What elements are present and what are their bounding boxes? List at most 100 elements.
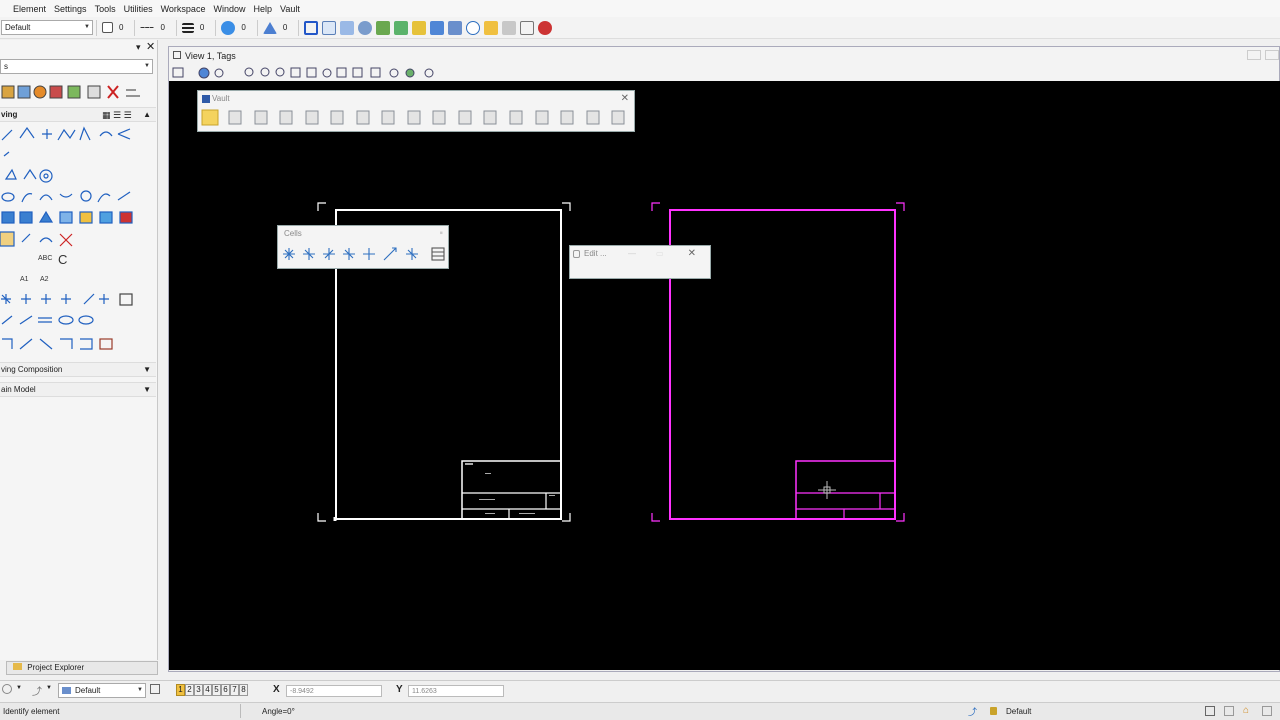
chevron-down-icon[interactable]: ▼ <box>16 685 22 691</box>
vault-logo-icon <box>202 95 210 103</box>
menu-utilities[interactable]: Utilities <box>120 4 157 14</box>
line-style-icon[interactable] <box>140 27 155 28</box>
chevron-down-icon[interactable]: ▼ <box>143 383 151 397</box>
vault-toolbox-title-bar[interactable]: Vault ✕ <box>198 91 634 107</box>
priority-icon[interactable] <box>262 21 277 34</box>
menu-element[interactable]: Element <box>0 4 50 14</box>
copy-icon[interactable] <box>322 20 337 35</box>
levels-icon[interactable] <box>412 20 427 35</box>
minimize-icon[interactable] <box>1247 50 1261 60</box>
text-a1-tool[interactable]: A1 <box>20 276 29 283</box>
restore-icon[interactable]: ▭ <box>656 246 664 262</box>
reference-icon[interactable] <box>376 20 391 35</box>
drawing-canvas[interactable] <box>169 81 1280 670</box>
y-coordinate-field[interactable]: 11.6263 <box>408 685 504 697</box>
view-button-6[interactable]: 6 <box>221 684 230 696</box>
drawing-tools-grid[interactable] <box>0 124 158 364</box>
element-selection-icon[interactable] <box>304 20 319 35</box>
cancel-icon[interactable] <box>538 20 553 35</box>
minimize-icon[interactable]: — <box>628 246 636 262</box>
edit-toolbox-title-bar[interactable]: Edit ... — ▭ ✕ <box>570 246 710 262</box>
task-search-input[interactable]: s ▼ <box>0 59 153 74</box>
tools-panel: ▾ ✕ s ▼ ving ▦ ☰ ☰ ▲ ABC C A1 A2 ving Co… <box>0 40 158 660</box>
menu-settings[interactable]: Settings <box>50 4 91 14</box>
drawing-section-header[interactable]: ving ▦ ☰ ☰ ▲ <box>0 107 156 122</box>
raster-icon[interactable] <box>394 20 409 35</box>
model-icon[interactable] <box>340 20 355 35</box>
home-icon[interactable]: ⌂ <box>1243 705 1249 716</box>
status-bar: Identify element Angle=0° ⤴ Default ⌂ <box>0 702 1280 720</box>
color-swatch-icon[interactable] <box>102 22 113 33</box>
view-button-7[interactable]: 7 <box>230 684 239 696</box>
view-button-2[interactable]: 2 <box>185 684 194 696</box>
snap-mode-icon[interactable] <box>2 684 12 694</box>
drawing-composition-header[interactable]: ving Composition ▼ <box>0 362 156 377</box>
menu-help[interactable]: Help <box>249 4 276 14</box>
lock-icon[interactable] <box>990 707 997 715</box>
info-icon[interactable] <box>466 20 481 35</box>
sheet-drawings <box>317 202 905 522</box>
model-icon <box>62 687 71 694</box>
close-icon[interactable]: ✕ <box>688 246 696 262</box>
fit-view-icon[interactable] <box>1224 706 1234 716</box>
view-button-5[interactable]: 5 <box>212 684 221 696</box>
save-icon[interactable] <box>1205 706 1215 716</box>
weight-value[interactable]: 0 <box>200 23 204 32</box>
menu-window[interactable]: Window <box>209 4 249 14</box>
text-a2-tool[interactable]: A2 <box>40 276 49 283</box>
pointer-icon[interactable]: ⤴ <box>32 683 42 698</box>
accudraw-icon[interactable] <box>448 20 463 35</box>
view-title: View 1, Tags <box>185 51 236 61</box>
list-view-icon[interactable]: ▦ ☰ ☰ <box>102 108 132 122</box>
transparency-value[interactable]: 0 <box>241 23 245 32</box>
text-c-tool[interactable]: C <box>58 252 67 267</box>
chevron-down-icon[interactable]: ▼ <box>46 685 52 691</box>
status-angle: Angle=0° <box>262 707 295 716</box>
menu-tools[interactable]: Tools <box>91 4 120 14</box>
priority-value[interactable]: 0 <box>283 23 287 32</box>
status-prompt: Identify element <box>3 707 60 716</box>
grid-icon[interactable] <box>1262 706 1272 716</box>
close-icon[interactable]: ✕ <box>621 91 629 107</box>
chevron-up-icon[interactable]: ▲ <box>143 108 151 122</box>
color-value[interactable]: 0 <box>119 23 123 32</box>
snap-status-icon[interactable]: ⤴ <box>968 705 977 718</box>
view-button-4[interactable]: 4 <box>203 684 212 696</box>
view-controls[interactable] <box>169 65 469 81</box>
restore-icon[interactable] <box>1265 50 1279 60</box>
view-title-bar: View 1, Tags <box>169 47 1279 65</box>
snap-icon[interactable] <box>430 20 445 35</box>
tag-icon[interactable] <box>502 20 517 35</box>
level-combo[interactable]: Default ▼ <box>1 20 93 35</box>
cells-tools-row[interactable] <box>278 242 450 266</box>
cells-toolbox-title-bar[interactable]: Cells ▪ <box>278 226 448 242</box>
status-level: Default <box>1006 707 1032 716</box>
model-combo[interactable]: Default ▼ <box>58 683 146 698</box>
style-value[interactable]: 0 <box>160 23 164 32</box>
main-model-header[interactable]: ain Model ▼ <box>0 382 156 397</box>
view-button-3[interactable]: 3 <box>194 684 203 696</box>
close-icon[interactable]: ▪ <box>439 226 443 242</box>
attributes-toolbar: Default ▼ 0 0 0 0 0 <box>0 17 1280 39</box>
line-weight-icon[interactable] <box>181 22 194 33</box>
menu-vault[interactable]: Vault <box>276 4 304 14</box>
pin-icon[interactable]: ▾ <box>136 42 141 53</box>
vault-tools-row[interactable] <box>198 107 636 129</box>
globe-icon[interactable] <box>358 20 373 35</box>
close-icon[interactable]: ✕ <box>146 40 155 53</box>
grid-icon[interactable] <box>520 20 535 35</box>
project-explorer-tab[interactable]: Project Explorer <box>6 661 158 675</box>
y-label: Y <box>396 684 403 695</box>
vault-toolbox: Vault ✕ <box>197 90 635 132</box>
transparency-icon[interactable] <box>221 20 236 35</box>
view-button-8[interactable]: 8 <box>239 684 248 696</box>
chevron-down-icon[interactable]: ▼ <box>143 363 151 377</box>
primary-tools-row[interactable] <box>0 82 158 104</box>
text-abc-tool[interactable]: ABC <box>38 255 52 262</box>
menu-workspace[interactable]: Workspace <box>157 4 210 14</box>
cells-toolbox: Cells ▪ <box>277 225 449 269</box>
view-button-1[interactable]: 1 <box>176 684 185 696</box>
find-icon[interactable] <box>484 20 499 35</box>
copy-icon[interactable] <box>150 684 160 694</box>
x-coordinate-field[interactable]: -8.9492 <box>286 685 382 697</box>
